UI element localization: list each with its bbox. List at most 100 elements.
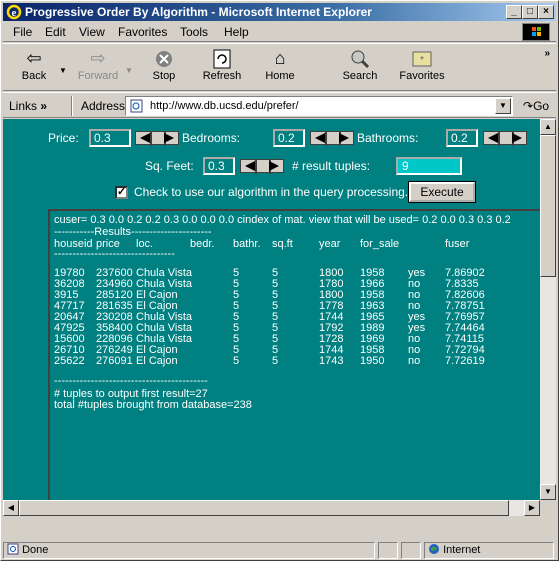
back-dropdown-icon[interactable]: ▼ [59,66,67,75]
favorites-button[interactable]: * Favorites [391,46,453,88]
sqfeet-increase-icon[interactable] [269,161,279,171]
status-bar: Done Internet [3,540,556,560]
status-panel-3 [401,542,421,559]
columns-separator: --------------------------------- [54,248,175,260]
sqfeet-input[interactable]: 0.3 [203,157,235,175]
status-zone-panel: Internet [424,542,554,559]
table-cell: no [408,355,421,367]
home-icon: ⌂ [274,48,286,68]
address-bar: Links » Address http://www.db.ucsd.edu/p… [3,92,556,118]
ie-logo-icon: e [6,4,22,20]
algorithm-checkbox[interactable]: ✓ [115,186,128,199]
home-button[interactable]: ⌂ Home [253,46,307,88]
scroll-down-icon[interactable]: ▼ [540,484,556,500]
footer-separator: ----------------------------------------… [54,375,208,387]
table-cell: El Cajon [136,355,178,367]
bedrooms-slider[interactable] [310,131,354,146]
address-input[interactable]: http://www.db.ucsd.edu/prefer/ ▼ [125,96,513,116]
tuples-label: # result tuples: [292,159,371,173]
sqfeet-label: Sq. Feet: [145,159,194,173]
execute-button[interactable]: Execute [408,181,476,203]
table-cell: 7.72619 [445,355,485,367]
address-dropdown-icon[interactable]: ▼ [495,98,511,114]
menu-edit[interactable]: Edit [45,25,66,39]
scroll-thumb[interactable] [540,135,556,277]
tuples-total: total #tuples brought from database=238 [54,399,252,411]
bathrooms-increase-icon[interactable] [512,133,522,143]
refresh-icon [195,46,249,70]
scroll-left-icon[interactable]: ◀ [3,500,19,516]
table-cell: 276091 [96,355,133,367]
bedrooms-increase-icon[interactable] [339,133,349,143]
internet-zone-icon [428,544,443,556]
bedrooms-input[interactable]: 0.2 [273,129,305,147]
svg-text:*: * [420,55,424,66]
close-button[interactable]: × [538,5,554,19]
price-input[interactable]: 0.3 [89,129,131,147]
browser-window: e Progressive Order By Algorithm - Micro… [0,0,559,561]
toolbar-chevron-icon[interactable]: » [544,48,550,59]
menu-favorites[interactable]: Favorites [118,25,167,39]
menu-bar: File Edit View Favorites Tools Help [3,22,556,42]
table-cell: 5 [233,355,240,367]
table-cell: 5 [272,355,279,367]
forward-arrow-icon: ⇨ [90,48,106,68]
vertical-scrollbar[interactable]: ▲ ▼ [540,119,556,500]
stop-icon [137,46,191,70]
horizontal-scrollbar[interactable]: ◀ ▶ [3,500,540,516]
minimize-button[interactable]: _ [506,5,522,19]
address-label: Address [81,99,126,113]
links-button[interactable]: Links » [9,99,47,113]
sqfeet-slider[interactable] [240,159,284,174]
forward-dropdown-icon[interactable]: ▼ [125,66,133,75]
back-button[interactable]: ⇦ Back [7,46,61,88]
price-decrease-icon[interactable] [140,133,150,143]
price-label: Price: [48,131,79,145]
svg-text:e: e [12,7,17,19]
bathrooms-input[interactable]: 0.2 [446,129,478,147]
title-bar: e Progressive Order By Algorithm - Micro… [3,3,556,21]
status-page-icon [7,543,22,556]
hscroll-thumb[interactable] [19,500,509,516]
windows-logo-icon [522,23,550,41]
menu-tools[interactable]: Tools [180,25,208,39]
page-content: Price: 0.3 Bedrooms: 0.2 Bathrooms: 0.2 … [3,119,540,500]
sqfeet-decrease-icon[interactable] [245,161,255,171]
col-fuser: fuser [445,238,470,250]
price-increase-icon[interactable] [164,133,174,143]
col-bedr: bedr. [190,238,215,250]
search-button[interactable]: Search [333,46,387,88]
stop-button[interactable]: Stop [137,46,191,88]
results-header: -----------Results---------------------- [54,226,212,238]
results-panel: cuser= 0.3 0.0 0.2 0.2 0.3 0.0 0.0 0.0 c… [48,209,540,500]
menu-view[interactable]: View [79,25,105,39]
address-url: http://www.db.ucsd.edu/prefer/ [150,100,299,112]
scroll-up-icon[interactable]: ▲ [540,119,556,135]
col-bathr: bathr. [233,238,261,250]
favorites-icon: * [391,46,453,70]
search-icon [333,46,387,70]
back-arrow-icon: ⇦ [26,48,42,68]
window-title: Progressive Order By Algorithm - Microso… [25,5,372,19]
status-text-panel: Done [3,542,375,559]
menu-file[interactable]: File [13,25,32,39]
go-button[interactable]: ↷Go [523,99,549,113]
scroll-right-icon[interactable]: ▶ [524,500,540,516]
zone-text: Internet [443,544,481,556]
forward-button[interactable]: ⇨ Forward [71,46,125,88]
bedrooms-decrease-icon[interactable] [315,133,325,143]
menu-help[interactable]: Help [224,25,249,39]
page-icon [130,99,143,113]
bathrooms-slider[interactable] [483,131,527,146]
table-cell: 1950 [360,355,385,367]
toolbar: ⇦ Back ▼ ⇨ Forward ▼ Stop Refresh ⌂ Home [3,43,556,91]
status-panel-2 [378,542,398,559]
col-forsale: for_sale [360,238,400,250]
bathrooms-label: Bathrooms: [357,131,419,145]
bathrooms-decrease-icon[interactable] [488,133,498,143]
maximize-button[interactable]: □ [522,5,538,19]
status-text: Done [22,544,49,556]
price-slider[interactable] [135,131,179,146]
refresh-button[interactable]: Refresh [195,46,249,88]
tuples-input[interactable]: 9 [396,157,462,175]
